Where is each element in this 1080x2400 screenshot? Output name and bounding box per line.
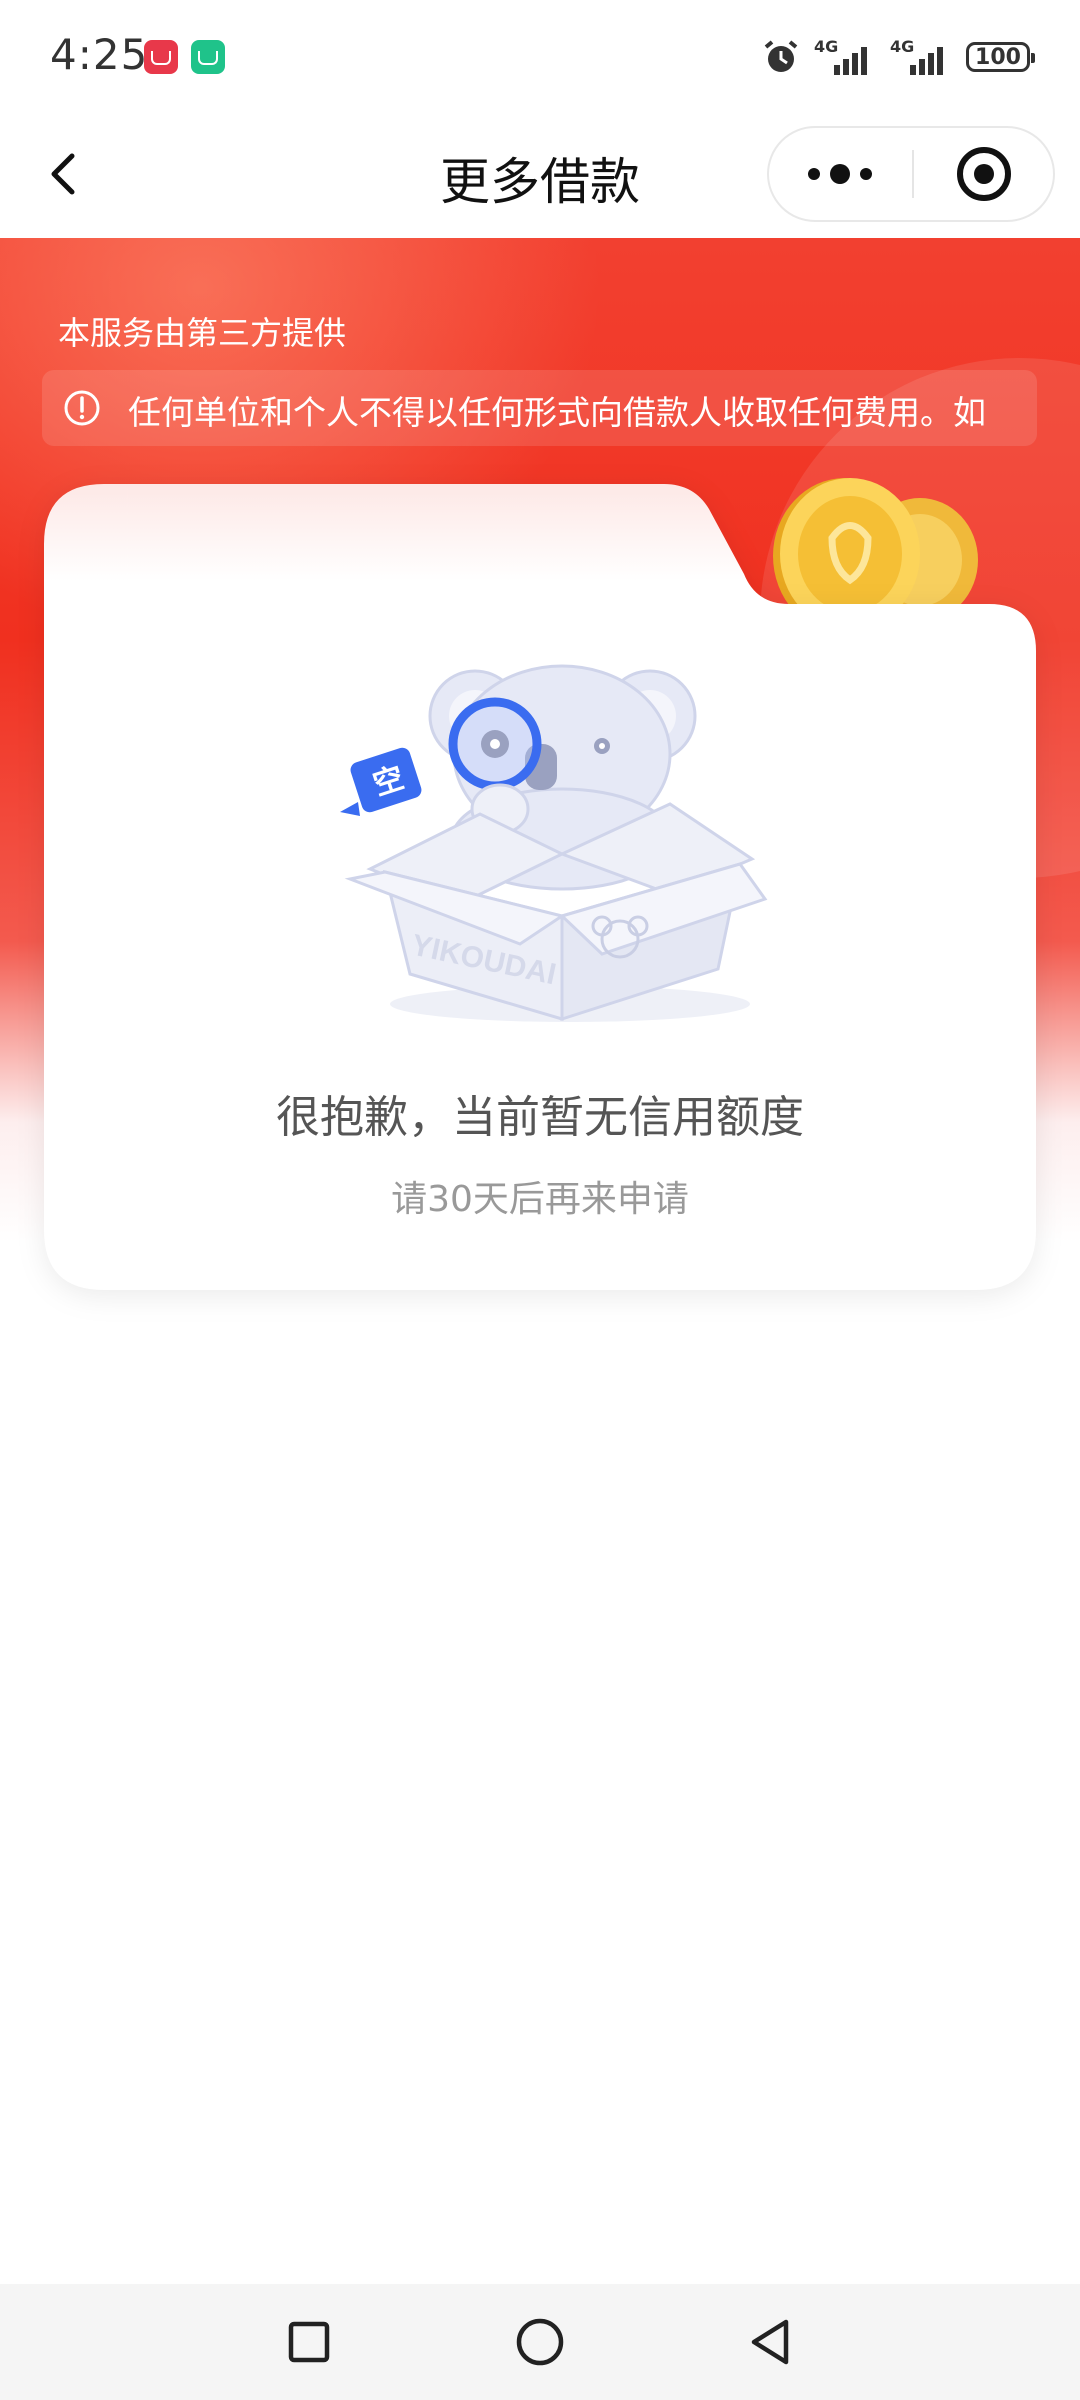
back-triangle-icon[interactable]: [741, 2312, 801, 2372]
nav-bar: 更多借款: [0, 112, 1080, 238]
empty-state-title: 很抱歉，当前暂无信用额度: [276, 1092, 804, 1143]
mi-app-icon: [191, 40, 225, 74]
empty-state-subtitle: 请30天后再来申请: [391, 1179, 689, 1220]
battery-level: 100: [975, 44, 1021, 70]
status-indicators: 4G 4G 100: [762, 34, 1035, 80]
notice-marquee[interactable]: 任何单位和个人不得以任何形式向借款人收取任何费用。如: [42, 370, 1037, 446]
warning-circle-icon: [64, 390, 100, 426]
more-options-icon[interactable]: [769, 128, 912, 220]
status-bar: 4:25 4G 4G 100: [0, 0, 1080, 112]
home-circle-icon[interactable]: [510, 2312, 570, 2372]
recents-square-icon[interactable]: [279, 2312, 339, 2372]
provider-notice: 本服务由第三方提供: [58, 314, 347, 352]
empty-koala-illustration: YIKOUDAI 空: [340, 664, 768, 1022]
signal-icon-1: 4G: [814, 37, 876, 77]
notice-text: 任何单位和个人不得以任何形式向借款人收取任何费用。如: [128, 393, 986, 432]
mini-program-capsule: [767, 126, 1055, 222]
system-navigation-bar: [0, 2284, 1080, 2400]
status-time: 4:25: [50, 30, 149, 79]
shopping-app-icon: [144, 40, 178, 74]
empty-state-card: YIKOUDAI 空 很抱歉，当前暂无信用额度 请30天后再来申请: [44, 484, 1036, 1290]
signal-icon-2: 4G: [890, 37, 952, 77]
battery-icon: 100: [966, 42, 1035, 72]
close-target-icon[interactable]: [914, 128, 1053, 220]
alarm-icon: [764, 40, 798, 72]
